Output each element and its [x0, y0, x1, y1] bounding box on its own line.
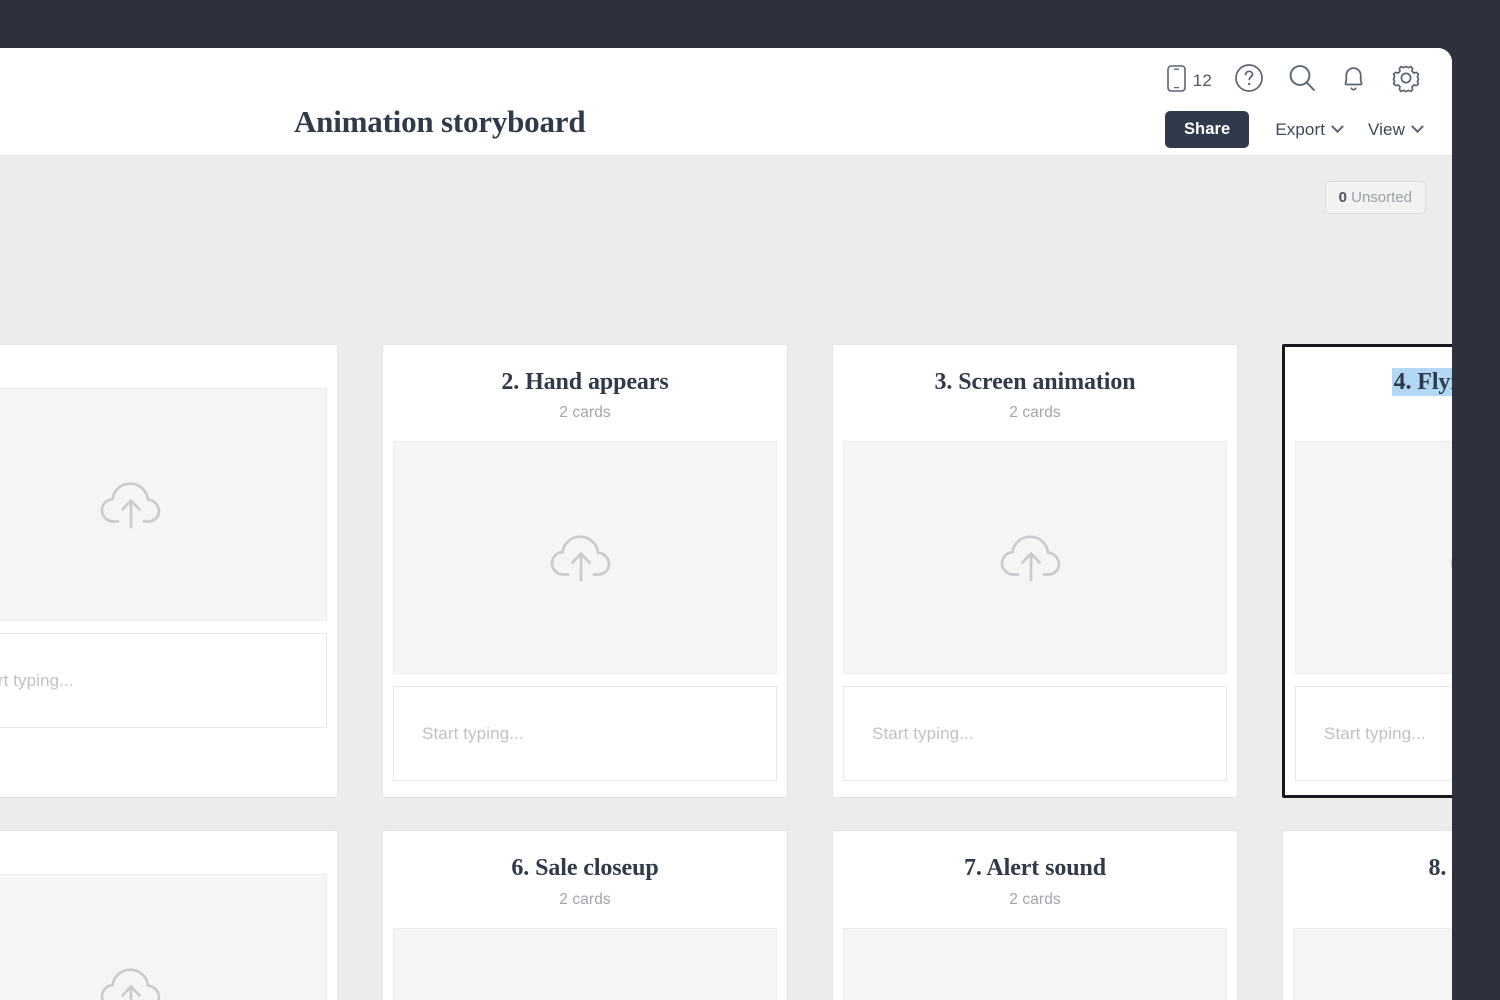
list-card[interactable]: 6. Sale closeup2 cardsStart typing...: [382, 830, 788, 1000]
image-upload-placeholder[interactable]: [1293, 928, 1452, 1000]
note-input-placeholder: Start typing...: [422, 724, 524, 744]
notifications-button[interactable]: [1340, 63, 1368, 98]
note-input[interactable]: Start typing...: [1295, 686, 1452, 781]
list-card[interactable]: 4. Flying elements 2 cards Start typing...: [1282, 344, 1452, 798]
list-card-count: 2 cards: [1295, 404, 1452, 422]
mobile-preview-count: 12: [1193, 71, 1212, 91]
view-menu-button[interactable]: View: [1368, 120, 1422, 140]
screen-root: oard Animation storyboard 12: [0, 0, 1500, 1000]
image-upload-placeholder[interactable]: [1295, 441, 1452, 674]
mobile-preview-button[interactable]: 12: [1167, 65, 1212, 97]
help-icon: [1234, 63, 1264, 98]
image-upload-placeholder[interactable]: [843, 441, 1227, 674]
settings-button[interactable]: [1390, 62, 1422, 99]
note-input-placeholder: Start typing...: [0, 671, 74, 691]
board-area: 0 Unsorted Start typing...2. Hand appear…: [0, 156, 1452, 1000]
list-card-count: 2 cards: [1293, 891, 1452, 909]
note-input-placeholder: Start typing...: [872, 724, 974, 744]
list-card-count: 2 cards: [393, 891, 777, 909]
list-grid: Start typing... 2. Hand appears 2 cards Sta…: [0, 344, 1432, 1000]
list-title[interactable]: 4. Flying elements: [1295, 369, 1452, 395]
list-card-partial[interactable]: Start typing...: [0, 344, 338, 798]
note-input[interactable]: Start typing...: [843, 686, 1227, 781]
header-action-row: Share Export View: [1165, 111, 1422, 148]
notifications-icon: [1340, 63, 1368, 98]
note-input[interactable]: Start typing...: [0, 633, 327, 728]
list-card-count: 2 cards: [843, 891, 1227, 909]
image-upload-placeholder[interactable]: [393, 441, 777, 674]
mobile-preview-icon: [1167, 65, 1186, 97]
chevron-down-icon: [1331, 120, 1344, 133]
export-label: Export: [1275, 120, 1325, 140]
unsorted-label: Unsorted: [1351, 189, 1412, 206]
image-upload-placeholder[interactable]: [843, 928, 1227, 1000]
share-button[interactable]: Share: [1165, 111, 1249, 148]
list-title[interactable]: 7. Alert sound: [843, 855, 1227, 881]
cloud-upload-icon: [98, 957, 172, 1000]
list-row: Start typing... 2. Hand appears 2 cards Sta…: [0, 344, 1432, 798]
search-button[interactable]: [1286, 62, 1318, 99]
list-title[interactable]: 8. Buy now: [1293, 855, 1452, 881]
image-upload-placeholder[interactable]: [393, 928, 777, 1000]
list-card[interactable]: 8. Buy now2 cardsStart typing...: [1282, 830, 1452, 1000]
list-row: Start typing...6. Sale closeup2 cardsSta…: [0, 830, 1432, 1000]
view-label: View: [1368, 120, 1405, 140]
cloud-upload-icon: [1448, 524, 1452, 591]
list-card-count: 2 cards: [843, 404, 1227, 422]
list-title[interactable]: 6. Sale closeup: [393, 855, 777, 881]
app-window: oard Animation storyboard 12: [0, 48, 1452, 1000]
image-upload-placeholder[interactable]: [0, 874, 327, 1000]
image-upload-placeholder[interactable]: [0, 388, 327, 621]
list-card[interactable]: 7. Alert sound2 cardsStart typing...: [832, 830, 1238, 1000]
list-card-count: 2 cards: [393, 404, 777, 422]
list-title[interactable]: 2. Hand appears: [393, 369, 777, 395]
chevron-down-icon: [1411, 120, 1424, 133]
list-card[interactable]: 3. Screen animation 2 cards Start typing..…: [832, 344, 1238, 798]
list-card[interactable]: 2. Hand appears 2 cards Start typing...: [382, 344, 788, 798]
help-button[interactable]: [1234, 63, 1264, 98]
unsorted-count: 0: [1339, 189, 1347, 206]
unsorted-badge[interactable]: 0 Unsorted: [1325, 181, 1426, 214]
list-title[interactable]: 3. Screen animation: [843, 369, 1227, 395]
search-icon: [1286, 62, 1318, 99]
app-header: oard Animation storyboard 12: [0, 48, 1452, 156]
export-menu-button[interactable]: Export: [1275, 120, 1342, 140]
header-icon-row: 12: [1167, 62, 1422, 99]
list-card-partial[interactable]: Start typing...: [0, 830, 338, 1000]
note-input[interactable]: Start typing...: [393, 686, 777, 781]
cloud-upload-icon: [998, 524, 1072, 591]
note-input-placeholder: Start typing...: [1324, 724, 1426, 744]
cloud-upload-icon: [98, 471, 172, 538]
page-title: Animation storyboard: [294, 104, 585, 140]
cloud-upload-icon: [548, 524, 622, 591]
gear-icon: [1390, 62, 1422, 99]
